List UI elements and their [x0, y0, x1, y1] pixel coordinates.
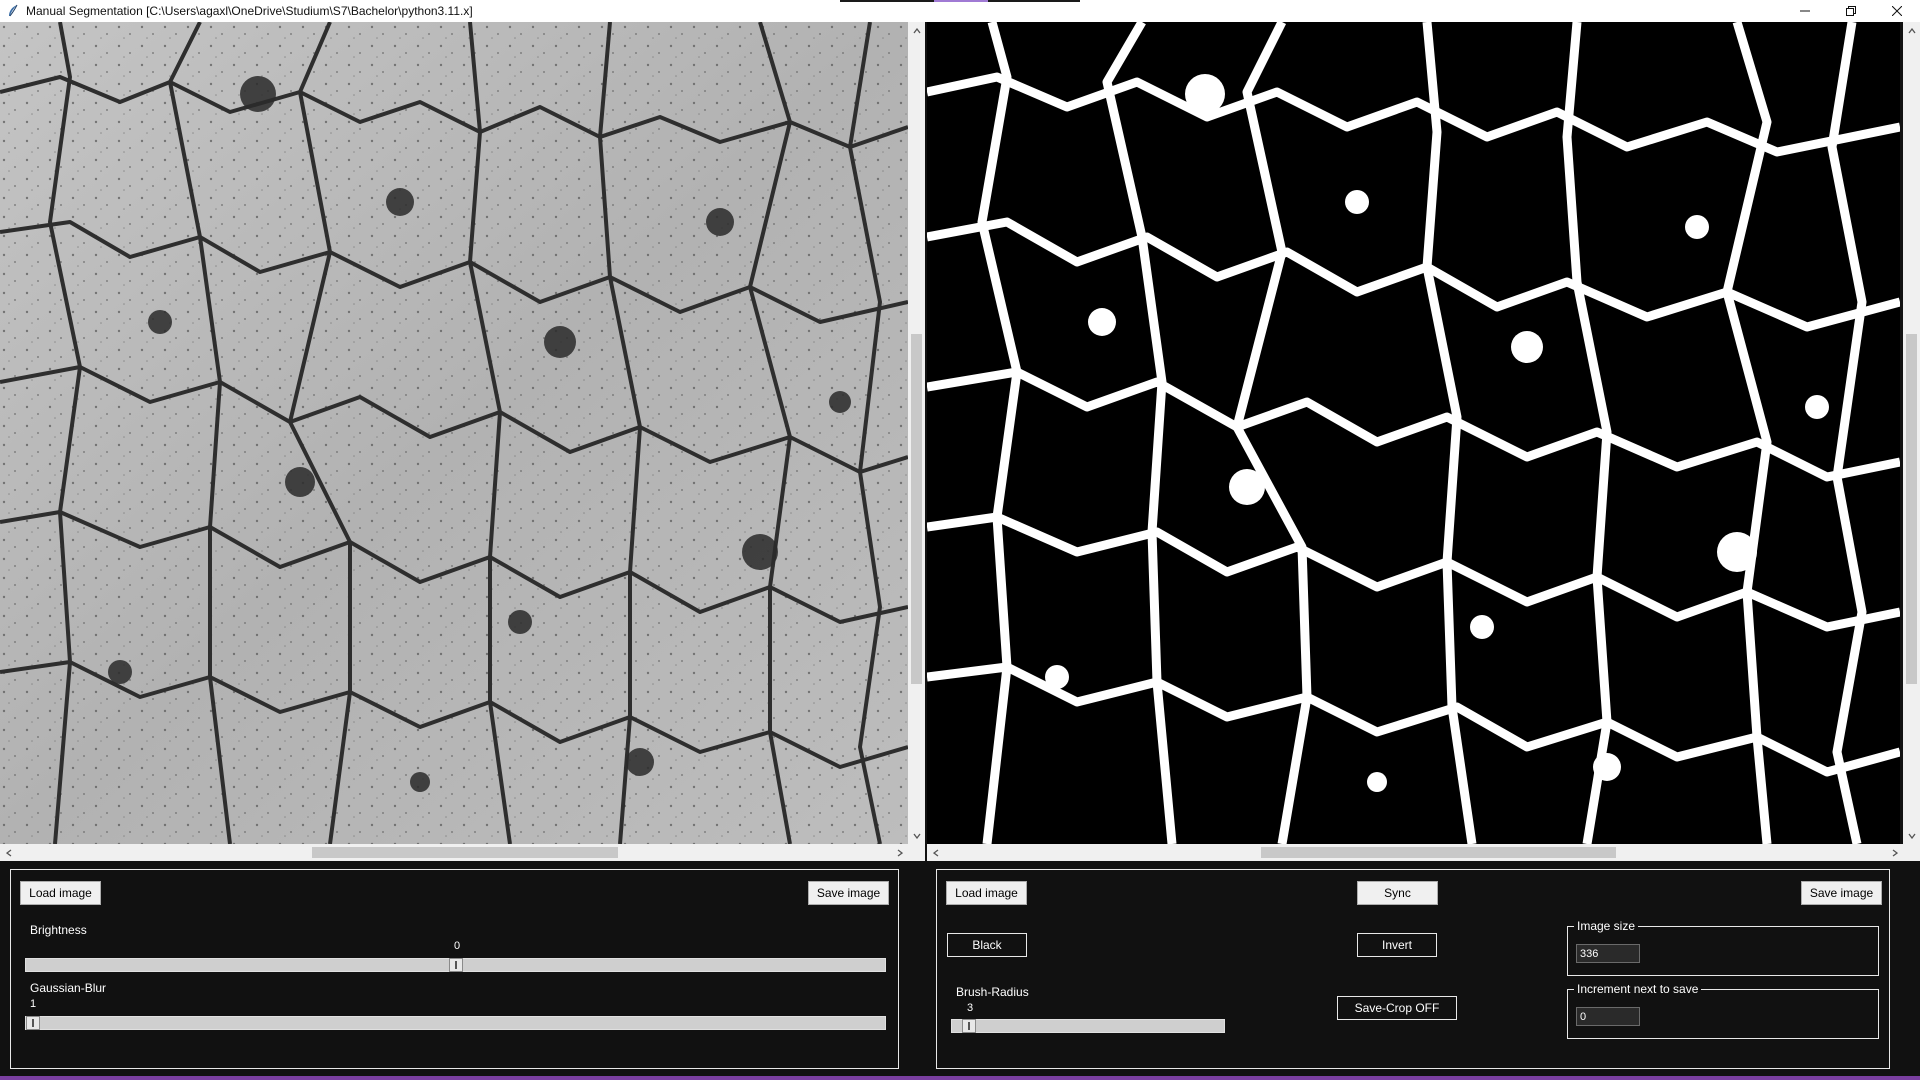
load-mask-button[interactable]: Load image [946, 881, 1027, 905]
increment-group: Increment next to save [1567, 982, 1879, 1039]
scroll-right-icon[interactable] [891, 844, 908, 861]
feather-icon [6, 4, 20, 18]
brush-radius-value: 3 [967, 1002, 974, 1014]
scroll-up-icon[interactable] [908, 22, 925, 39]
gaussian-blur-value: 1 [30, 998, 37, 1010]
mask-controls-panel: Load image Sync Save image Black Invert … [936, 869, 1890, 1069]
brush-radius-slider-handle[interactable] [962, 1019, 976, 1033]
micrograph-image [0, 22, 908, 844]
right-vertical-scrollbar[interactable] [1903, 22, 1920, 844]
minimize-icon[interactable] [1782, 0, 1828, 22]
brush-radius-label: Brush-Radius [956, 985, 1029, 999]
scroll-thumb[interactable] [911, 334, 922, 684]
load-image-button[interactable]: Load image [20, 881, 101, 905]
scroll-thumb[interactable] [312, 847, 618, 858]
left-horizontal-scrollbar[interactable] [0, 844, 908, 861]
brightness-slider-handle[interactable] [449, 958, 463, 972]
black-brush-button[interactable]: Black [947, 933, 1027, 957]
image-size-label: Image size [1574, 919, 1639, 933]
original-image-canvas[interactable] [0, 22, 908, 844]
brightness-slider[interactable] [25, 958, 886, 972]
original-controls-panel: Load image Save image Brightness 0 Gauss… [10, 869, 899, 1069]
image-size-group: Image size [1567, 919, 1879, 976]
window-title: Manual Segmentation [C:\Users\agaxl\OneD… [26, 4, 473, 18]
brush-radius-slider[interactable] [951, 1019, 1225, 1033]
scroll-right-icon[interactable] [1886, 844, 1903, 861]
save-crop-toggle[interactable]: Save-Crop OFF [1337, 996, 1457, 1020]
sync-button[interactable]: Sync [1357, 881, 1438, 905]
segmentation-mask-image [927, 22, 1900, 844]
scroll-thumb[interactable] [1261, 847, 1616, 858]
title-bar: Manual Segmentation [C:\Users\agaxl\OneD… [0, 0, 1920, 22]
left-vertical-scrollbar[interactable] [908, 22, 925, 844]
window-controls [1782, 0, 1920, 22]
save-image-button[interactable]: Save image [808, 881, 889, 905]
increment-label: Increment next to save [1574, 982, 1702, 996]
restore-icon[interactable] [1828, 0, 1874, 22]
scroll-up-icon[interactable] [1903, 22, 1920, 39]
save-mask-button[interactable]: Save image [1801, 881, 1882, 905]
right-horizontal-scrollbar[interactable] [927, 844, 1903, 861]
gaussian-blur-slider-handle[interactable] [26, 1016, 40, 1030]
title-accent-bar [840, 0, 1080, 2]
scroll-thumb[interactable] [1906, 334, 1917, 684]
scroll-left-icon[interactable] [927, 844, 944, 861]
image-size-input[interactable] [1576, 944, 1640, 963]
close-icon[interactable] [1874, 0, 1920, 22]
gaussian-blur-label: Gaussian-Blur [30, 981, 107, 995]
scroll-down-icon[interactable] [908, 827, 925, 844]
increment-input[interactable] [1576, 1007, 1640, 1026]
invert-button[interactable]: Invert [1357, 933, 1437, 957]
scroll-corner [908, 844, 925, 861]
scroll-left-icon[interactable] [0, 844, 17, 861]
scroll-down-icon[interactable] [1903, 827, 1920, 844]
brightness-label: Brightness [30, 923, 87, 937]
brightness-value: 0 [454, 940, 461, 952]
gaussian-blur-slider[interactable] [25, 1016, 886, 1030]
scroll-corner [1903, 844, 1920, 861]
taskbar-accent [0, 1076, 1920, 1080]
mask-image-canvas[interactable] [927, 22, 1900, 844]
